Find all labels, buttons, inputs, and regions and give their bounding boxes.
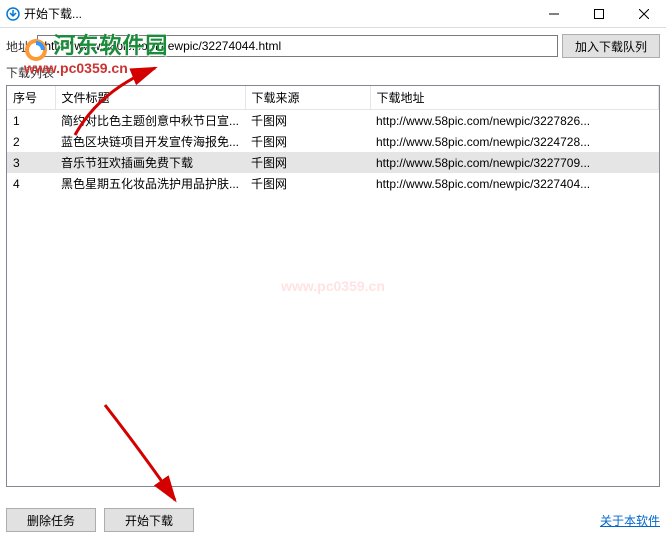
cell-seq: 3 (7, 152, 55, 173)
download-table-container: 序号 文件标题 下载来源 下载地址 1简约对比色主题创意中秋节日宣...千图网h… (6, 85, 660, 487)
col-header-title[interactable]: 文件标题 (55, 86, 245, 110)
maximize-button[interactable] (576, 0, 621, 28)
table-row[interactable]: 1简约对比色主题创意中秋节日宣...千图网http://www.58pic.co… (7, 110, 659, 132)
col-header-source[interactable]: 下载来源 (245, 86, 370, 110)
bottom-row: 删除任务 开始下载 关于本软件 (6, 508, 660, 532)
cell-seq: 1 (7, 110, 55, 132)
cell-seq: 4 (7, 173, 55, 194)
titlebar-text: 开始下载... (24, 5, 531, 22)
cell-source: 千图网 (245, 152, 370, 173)
add-to-queue-button[interactable]: 加入下载队列 (562, 34, 660, 58)
cell-source: 千图网 (245, 110, 370, 132)
address-label: 地址: (6, 38, 33, 55)
cell-url: http://www.58pic.com/newpic/3227404... (370, 173, 659, 194)
window-controls (531, 0, 666, 28)
minimize-button[interactable] (531, 0, 576, 28)
table-row[interactable]: 3音乐节狂欢插画免费下载千图网http://www.58pic.com/newp… (7, 152, 659, 173)
cell-title: 音乐节狂欢插画免费下载 (55, 152, 245, 173)
cell-url: http://www.58pic.com/newpic/3224728... (370, 131, 659, 152)
cell-title: 简约对比色主题创意中秋节日宣... (55, 110, 245, 132)
table-row[interactable]: 4黑色星期五化妆品洗护用品护肤...千图网http://www.58pic.co… (7, 173, 659, 194)
cell-url: http://www.58pic.com/newpic/3227709... (370, 152, 659, 173)
start-download-button[interactable]: 开始下载 (104, 508, 194, 532)
address-row: 地址: 加入下载队列 (0, 28, 666, 64)
close-button[interactable] (621, 0, 666, 28)
cell-title: 黑色星期五化妆品洗护用品护肤... (55, 173, 245, 194)
cell-source: 千图网 (245, 173, 370, 194)
col-header-seq[interactable]: 序号 (7, 86, 55, 110)
cell-source: 千图网 (245, 131, 370, 152)
about-link[interactable]: 关于本软件 (600, 512, 660, 529)
col-header-url[interactable]: 下载地址 (370, 86, 659, 110)
table-row[interactable]: 2蓝色区块链项目开发宣传海报免...千图网http://www.58pic.co… (7, 131, 659, 152)
cell-url: http://www.58pic.com/newpic/3227826... (370, 110, 659, 132)
center-watermark: www.pc0359.cn (281, 278, 385, 294)
cell-title: 蓝色区块链项目开发宣传海报免... (55, 131, 245, 152)
cell-seq: 2 (7, 131, 55, 152)
app-icon (6, 7, 20, 21)
download-table[interactable]: 序号 文件标题 下载来源 下载地址 1简约对比色主题创意中秋节日宣...千图网h… (7, 86, 659, 194)
titlebar: 开始下载... (0, 0, 666, 28)
address-input[interactable] (37, 35, 558, 57)
delete-task-button[interactable]: 删除任务 (6, 508, 96, 532)
list-label: 下载列表 (6, 64, 660, 81)
